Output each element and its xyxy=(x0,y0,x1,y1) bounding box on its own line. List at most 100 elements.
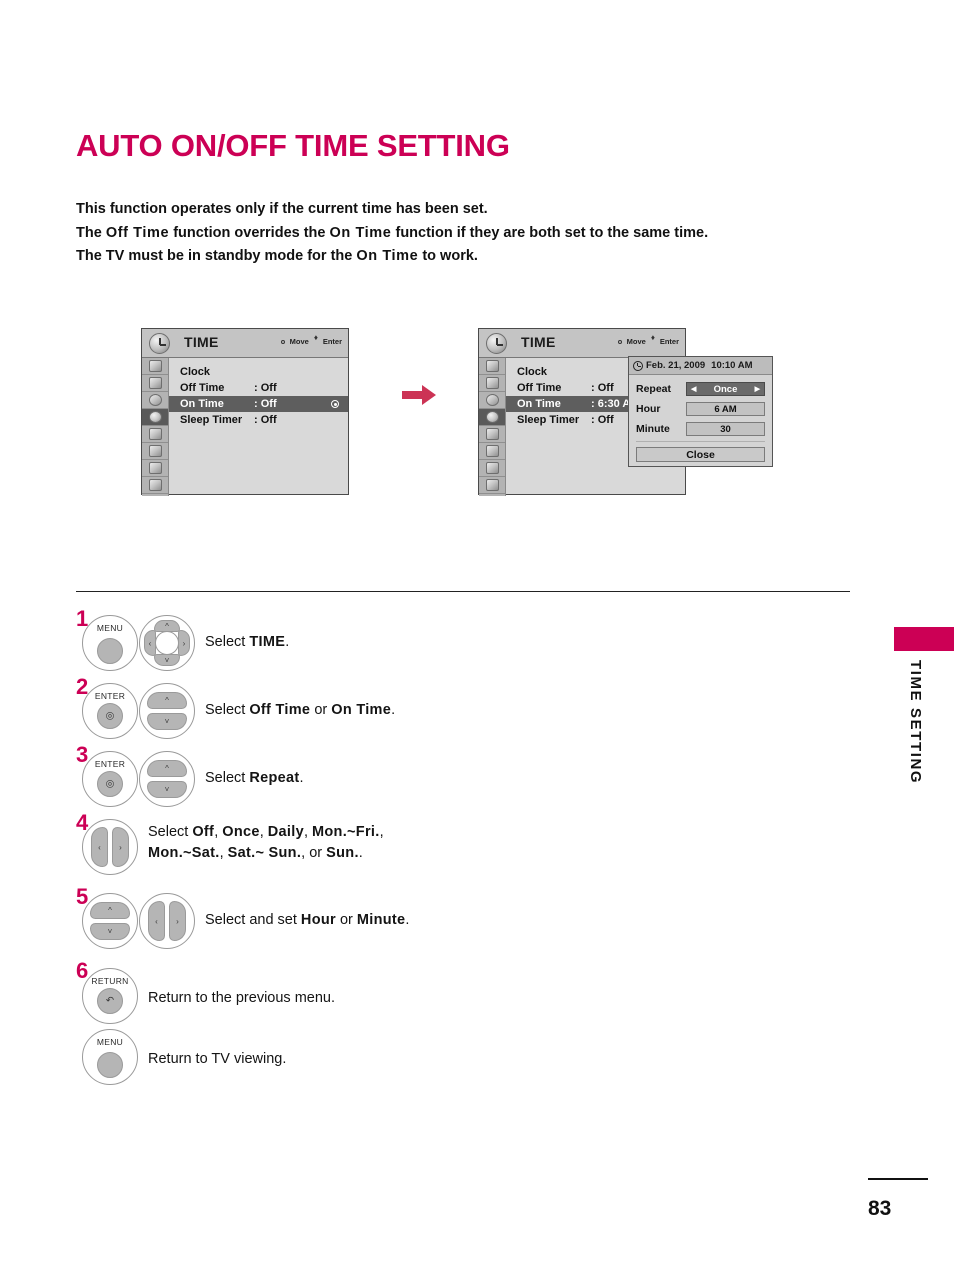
input-icon xyxy=(148,462,162,474)
enter-button[interactable]: ENTER ◎ xyxy=(82,751,138,807)
repeat-stepper[interactable]: ◀ Once ▶ xyxy=(686,382,765,396)
rail-icon-option[interactable] xyxy=(142,426,168,443)
step4-sep3: , xyxy=(303,824,313,840)
osd-row-on-time[interactable]: On Time : Off xyxy=(169,396,348,412)
enter-button[interactable]: ENTER ◎ xyxy=(82,683,138,739)
arrow-left-icon[interactable]: ‹ xyxy=(91,827,108,867)
menu-button[interactable]: MENU xyxy=(82,615,138,671)
arrow-down-icon[interactable]: ˅ xyxy=(147,713,187,730)
up-down-button[interactable]: ^ ˅ xyxy=(139,683,195,739)
arrow-down-icon[interactable]: ˅ xyxy=(147,781,187,798)
screen-icon xyxy=(148,377,162,389)
arrow-up-icon[interactable]: ^ xyxy=(147,760,187,777)
navigation-wheel[interactable]: ^ ˅ ‹ › xyxy=(139,615,195,671)
step-text-suffix: . xyxy=(391,702,396,718)
osd-body: Clock Off Time : Off On Time : Off Sleep… xyxy=(142,358,348,496)
step4-opt-sun: Sun. xyxy=(326,845,359,861)
rail-icon-lock[interactable] xyxy=(142,443,168,460)
rail-icon-lock[interactable] xyxy=(479,443,505,460)
arrow-right-icon[interactable]: › xyxy=(178,630,190,656)
osd-row-label: Clock xyxy=(180,366,210,378)
return-button-label: RETURN xyxy=(91,976,129,986)
rail-icon-input[interactable] xyxy=(142,460,168,477)
rail-icon-time[interactable] xyxy=(479,409,505,426)
intro-line-2-a: The xyxy=(76,224,106,241)
hint-move-label: Move xyxy=(289,337,309,346)
page-title: AUTO ON/OFF TIME SETTING xyxy=(76,128,510,163)
step-text-suffix: . xyxy=(405,912,410,928)
left-right-button[interactable]: ‹ › xyxy=(82,819,138,875)
menu-button-label: MENU xyxy=(96,1037,124,1047)
menu-button-knob xyxy=(97,1052,123,1078)
minute-field[interactable]: 30 xyxy=(686,422,765,436)
enter-diamond-icon xyxy=(651,333,658,345)
return-button[interactable]: RETURN ↶ xyxy=(82,968,138,1024)
menu-button-label: MENU xyxy=(96,623,124,633)
hint-move: Move xyxy=(279,337,309,346)
minute-value: 30 xyxy=(720,423,731,435)
menu-button[interactable]: MENU xyxy=(82,1029,138,1085)
rail-icon-audio[interactable] xyxy=(142,392,168,409)
audio-icon xyxy=(148,394,162,406)
up-down-button[interactable]: ^ ˅ xyxy=(139,751,195,807)
clock-icon xyxy=(486,333,507,354)
wheel-center[interactable] xyxy=(155,631,179,655)
arrow-left-icon[interactable]: ‹ xyxy=(148,901,165,941)
hour-label: Hour xyxy=(636,403,661,415)
rail-icon-time[interactable] xyxy=(142,409,168,426)
intro-line-3-a: The TV must be in standby mode for the xyxy=(76,248,357,264)
rail-icon-input[interactable] xyxy=(479,460,505,477)
step-text-mid: or xyxy=(310,702,332,718)
arrow-up-icon[interactable]: ^ xyxy=(147,692,187,709)
chevron-right-icon[interactable]: ▶ xyxy=(755,386,760,393)
rail-icon-screen[interactable] xyxy=(142,375,168,392)
osd-row-off-time[interactable]: Off Time : Off xyxy=(169,380,348,396)
clock-icon xyxy=(633,360,643,371)
rail-icon-usb[interactable] xyxy=(142,477,168,494)
osd-row-sleep-timer[interactable]: Sleep Timer : Off xyxy=(169,412,348,428)
osd-icon-rail xyxy=(142,358,169,496)
step-4-text: Select Off, Once, Daily, Mon.~Fri., Mon.… xyxy=(148,822,768,864)
arrow-right-icon[interactable]: › xyxy=(169,901,186,941)
rail-icon-picture[interactable] xyxy=(479,358,505,375)
step4-sep2: , xyxy=(259,824,268,840)
hint-enter-label: Enter xyxy=(659,337,679,346)
osd-row-clock[interactable]: Clock xyxy=(169,364,348,380)
arrow-up-icon[interactable]: ^ xyxy=(90,902,130,919)
arrow-down-icon[interactable]: ˅ xyxy=(154,654,180,666)
step-text-bold: Repeat xyxy=(249,770,300,786)
enter-button-label: ENTER xyxy=(94,759,126,769)
audio-icon xyxy=(485,394,499,406)
chevron-left-icon[interactable]: ◀ xyxy=(691,386,696,393)
rail-icon-audio[interactable] xyxy=(479,392,505,409)
rail-icon-screen[interactable] xyxy=(479,375,505,392)
manual-page: AUTO ON/OFF TIME SETTING This function o… xyxy=(0,0,954,1272)
hint-move: Move xyxy=(616,337,646,346)
osd-row-value: : Off xyxy=(254,414,277,426)
dialog-row-repeat: Repeat ◀ Once ▶ xyxy=(636,380,765,398)
step-6b-text: Return to TV viewing. xyxy=(148,1051,287,1067)
input-icon xyxy=(485,462,499,474)
menu-button-knob xyxy=(97,638,123,664)
usb-icon xyxy=(148,479,162,491)
osd-row-label: Clock xyxy=(517,366,547,378)
arrow-right-icon[interactable]: › xyxy=(112,827,129,867)
rail-icon-picture[interactable] xyxy=(142,358,168,375)
option-icon xyxy=(485,428,499,440)
picture-icon xyxy=(485,360,499,372)
step-text-bold2: Minute xyxy=(356,912,406,928)
rail-icon-usb[interactable] xyxy=(479,477,505,494)
arrow-down-icon[interactable]: ˅ xyxy=(90,923,130,940)
lock-icon xyxy=(148,445,162,457)
rail-icon-option[interactable] xyxy=(479,426,505,443)
footer-rule xyxy=(868,1178,928,1180)
up-down-button[interactable]: ^ ˅ xyxy=(82,893,138,949)
hint-enter: Enter xyxy=(314,333,342,346)
close-button[interactable]: Close xyxy=(636,447,765,462)
osd-row-value: : Off xyxy=(254,382,277,394)
hour-field[interactable]: 6 AM xyxy=(686,402,765,416)
return-arrow-icon: ↶ xyxy=(105,995,115,1007)
left-right-button[interactable]: ‹ › xyxy=(139,893,195,949)
enter-button-knob: ◎ xyxy=(97,703,123,729)
step-5-text: Select and set Hour or Minute. xyxy=(205,910,409,931)
